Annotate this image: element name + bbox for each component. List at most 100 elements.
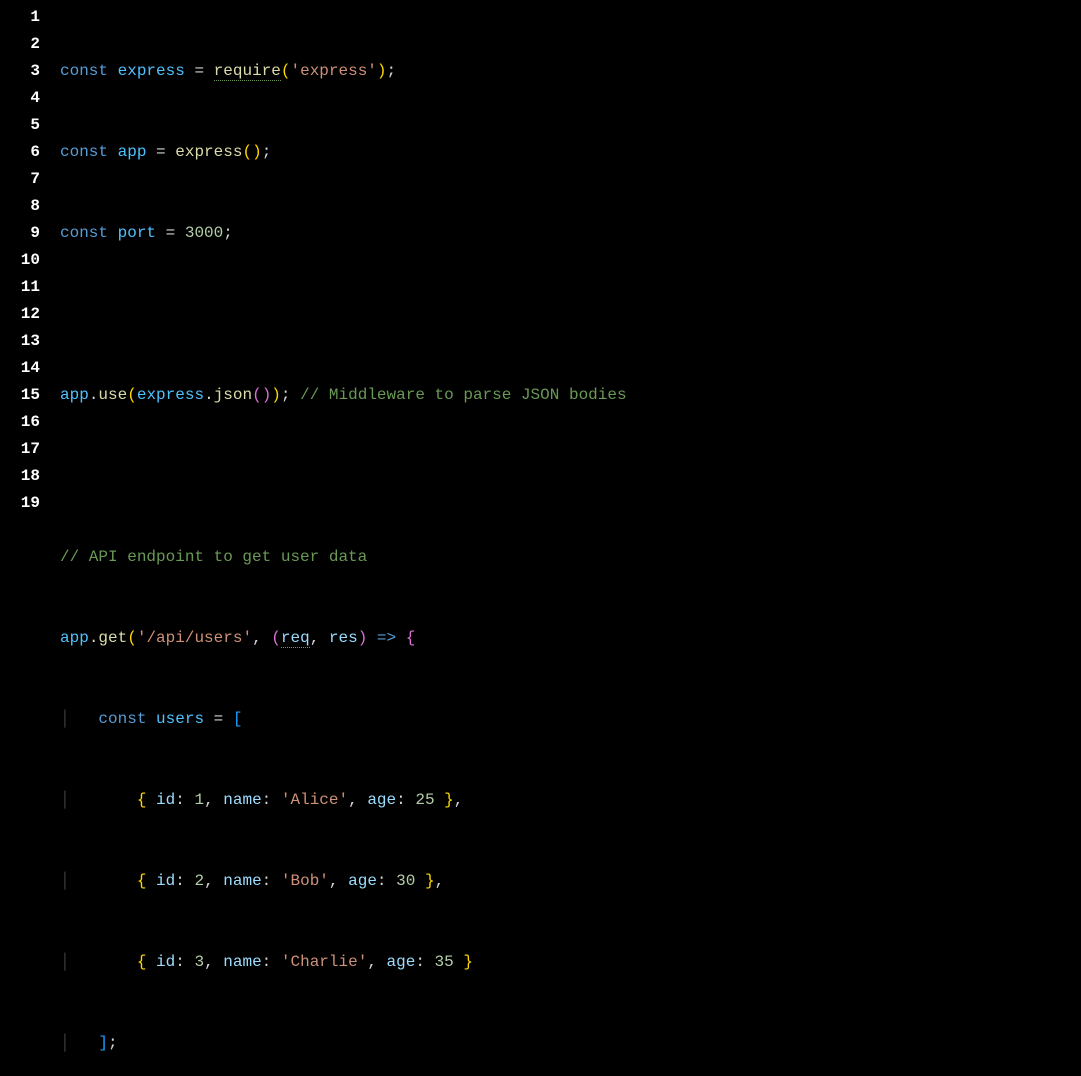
variable-app: app — [60, 629, 89, 647]
colon: : — [262, 872, 272, 890]
paren-open: ( — [127, 629, 137, 647]
brace-close: } — [444, 791, 454, 809]
code-line[interactable]: │ { id: 2, name: 'Bob', age: 30 }, — [60, 868, 1081, 895]
whitespace — [425, 953, 435, 971]
equals-operator: = — [156, 224, 185, 242]
param-res: res — [329, 629, 358, 647]
whitespace — [146, 710, 156, 728]
line-number: 14 — [0, 355, 40, 382]
code-line[interactable]: │ ]; — [60, 1030, 1081, 1057]
colon: : — [262, 791, 272, 809]
whitespace — [146, 872, 156, 890]
colon: : — [396, 791, 406, 809]
function-json: json — [214, 386, 252, 404]
brace-open: { — [137, 872, 147, 890]
whitespace — [454, 953, 464, 971]
number-literal: 3000 — [185, 224, 223, 242]
code-line-empty[interactable] — [60, 301, 1081, 328]
semicolon: ; — [281, 386, 291, 404]
keyword-const: const — [60, 143, 108, 161]
function-get: get — [98, 629, 127, 647]
number-literal: 1 — [194, 791, 204, 809]
paren-close: ) — [271, 386, 281, 404]
line-number: 18 — [0, 463, 40, 490]
property-id: id — [156, 791, 175, 809]
string-literal: 'Alice' — [281, 791, 348, 809]
comment: // API endpoint to get user data — [60, 548, 367, 566]
equals-operator: = — [185, 62, 214, 80]
semicolon: ; — [223, 224, 233, 242]
code-line[interactable]: const app = express(); — [60, 139, 1081, 166]
whitespace — [185, 872, 195, 890]
dot: . — [204, 386, 214, 404]
code-line[interactable]: const port = 3000; — [60, 220, 1081, 247]
comma: , — [310, 629, 329, 647]
line-number: 3 — [0, 58, 40, 85]
indent-guide: │ — [60, 791, 98, 809]
code-area[interactable]: const express = require('express'); cons… — [60, 4, 1081, 1076]
code-line-empty[interactable] — [60, 463, 1081, 490]
variable-users: users — [156, 710, 204, 728]
whitespace — [415, 872, 425, 890]
string-literal: 'Bob' — [281, 872, 329, 890]
line-number: 4 — [0, 85, 40, 112]
function-use: use — [98, 386, 127, 404]
variable-express: express — [118, 62, 185, 80]
brace-close: } — [463, 953, 473, 971]
variable-port: port — [118, 224, 156, 242]
paren-close: ) — [262, 386, 272, 404]
brace-close: } — [425, 872, 435, 890]
variable-app: app — [60, 386, 89, 404]
colon: : — [262, 953, 272, 971]
code-line[interactable]: │ const users = [ — [60, 706, 1081, 733]
property-id: id — [156, 872, 175, 890]
comma: , — [204, 791, 223, 809]
paren-close: ) — [358, 629, 368, 647]
keyword-const: const — [98, 710, 146, 728]
indent-guide: │ — [60, 953, 98, 971]
property-name: name — [223, 791, 261, 809]
comma: , — [204, 953, 223, 971]
code-line[interactable]: app.use(express.json()); // Middleware t… — [60, 382, 1081, 409]
property-name: name — [223, 872, 261, 890]
line-number-gutter: 1 2 3 4 5 6 7 8 9 10 11 12 13 14 15 16 1… — [0, 4, 60, 1076]
code-line[interactable]: const express = require('express'); — [60, 58, 1081, 85]
bracket-open: [ — [233, 710, 243, 728]
colon: : — [175, 953, 185, 971]
whitespace — [406, 791, 416, 809]
whitespace — [387, 872, 397, 890]
code-line[interactable]: app.get('/api/users', (req, res) => { — [60, 625, 1081, 652]
number-literal: 2 — [194, 872, 204, 890]
equals-operator: = — [146, 143, 175, 161]
line-number: 10 — [0, 247, 40, 274]
line-number: 6 — [0, 139, 40, 166]
string-literal: 'express' — [290, 62, 376, 80]
line-number: 1 — [0, 4, 40, 31]
dot: . — [89, 629, 99, 647]
string-literal: '/api/users' — [137, 629, 252, 647]
function-express: express — [175, 143, 242, 161]
comment: // Middleware to parse JSON bodies — [291, 386, 627, 404]
equals-operator: = — [204, 710, 233, 728]
whitespace — [146, 953, 156, 971]
string-literal: 'Charlie' — [281, 953, 367, 971]
line-number: 7 — [0, 166, 40, 193]
code-line[interactable]: │ { id: 3, name: 'Charlie', age: 35 } — [60, 949, 1081, 976]
code-editor[interactable]: 1 2 3 4 5 6 7 8 9 10 11 12 13 14 15 16 1… — [0, 4, 1081, 1076]
number-literal: 35 — [435, 953, 454, 971]
whitespace — [271, 953, 281, 971]
paren-close: ) — [252, 143, 262, 161]
comma: , — [348, 791, 367, 809]
brace-open: { — [137, 791, 147, 809]
code-line[interactable]: // API endpoint to get user data — [60, 544, 1081, 571]
function-require: require — [214, 62, 281, 81]
property-name: name — [223, 953, 261, 971]
code-line[interactable]: │ { id: 1, name: 'Alice', age: 25 }, — [60, 787, 1081, 814]
line-number: 9 — [0, 220, 40, 247]
colon: : — [377, 872, 387, 890]
variable-express: express — [137, 386, 204, 404]
line-number: 15 — [0, 382, 40, 409]
line-number: 17 — [0, 436, 40, 463]
indent — [98, 791, 136, 809]
property-age: age — [348, 872, 377, 890]
